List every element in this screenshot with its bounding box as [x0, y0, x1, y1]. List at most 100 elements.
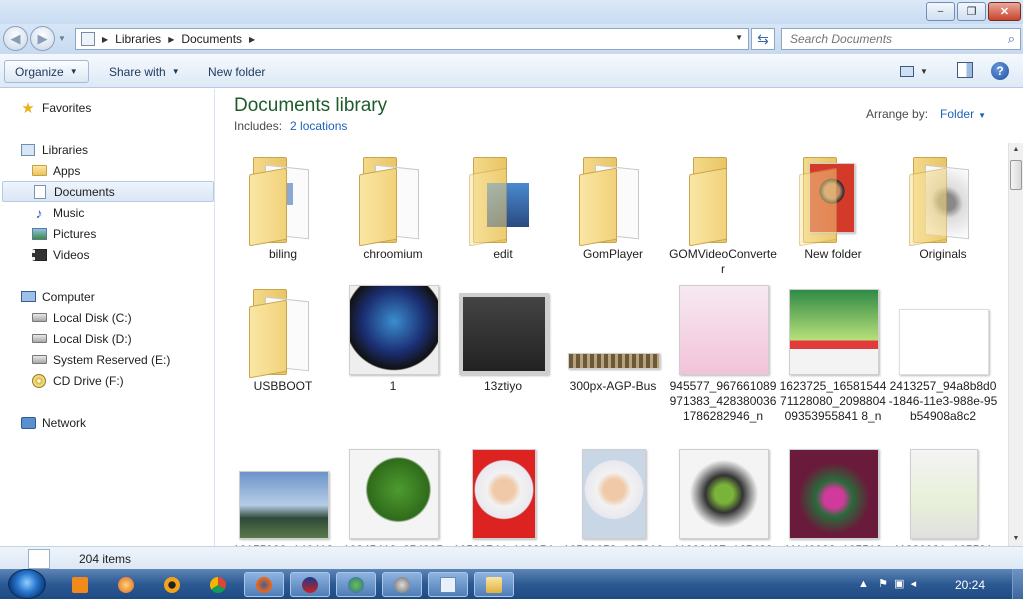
nav-music[interactable]: ♪ Music	[31, 202, 85, 223]
nav-drive-f-label: CD Drive (F:)	[53, 373, 124, 388]
taskbar-notepad[interactable]	[428, 572, 468, 597]
breadcrumb-separator-icon[interactable]: ▶	[168, 35, 174, 44]
taskbar-firefox[interactable]	[244, 572, 284, 597]
new-folder-button[interactable]: New folder	[198, 60, 275, 83]
taskbar-app[interactable]	[382, 572, 422, 597]
folder-icon	[348, 151, 440, 247]
image-item[interactable]: 1	[338, 283, 448, 433]
nav-drive-f[interactable]: CD Drive (F:)	[31, 370, 124, 391]
taskbar-chrome[interactable]	[198, 572, 238, 597]
image-item[interactable]: 10155982_146412	[228, 447, 338, 546]
image-item[interactable]: 10245413_254995	[338, 447, 448, 546]
image-item[interactable]: 300px-AGP-Bus	[558, 283, 668, 433]
taskbar-explorer[interactable]	[474, 572, 514, 597]
folder-item[interactable]: Originals	[888, 151, 998, 301]
search-box[interactable]: ⌕	[781, 28, 1021, 50]
breadcrumb-documents[interactable]: Documents	[181, 32, 242, 46]
image-item[interactable]: 945577_967661089971383_42838003617862829…	[668, 283, 778, 433]
vertical-scrollbar[interactable]: ▲ ▼	[1008, 143, 1023, 546]
app-icon	[164, 576, 180, 593]
forward-button[interactable]: ▶	[30, 26, 55, 51]
library-title: Documents library	[234, 95, 388, 116]
item-label: 2413257_94a8b8d0-1846-11e3-988e-95b54908…	[888, 379, 998, 423]
chevron-down-icon[interactable]: ▼	[978, 111, 986, 120]
search-input[interactable]	[782, 29, 997, 49]
folder-item[interactable]: chroomium	[338, 151, 448, 301]
app-icon	[302, 576, 318, 593]
taskbar-app[interactable]	[152, 572, 192, 597]
taskbar-app[interactable]	[106, 572, 146, 597]
chevron-down-icon: ▼	[69, 67, 78, 76]
network-status-icon[interactable]: ▣	[894, 578, 904, 590]
folder-item[interactable]: edit	[448, 151, 558, 301]
breadcrumb-libraries[interactable]: Libraries	[115, 32, 161, 46]
address-dropdown-icon[interactable]: ▼	[735, 33, 743, 42]
folder-item[interactable]: USBBOOT	[228, 283, 338, 433]
image-thumbnail	[568, 447, 660, 539]
breadcrumb-separator-icon[interactable]: ▶	[249, 35, 255, 44]
share-with-button[interactable]: Share with ▼	[99, 60, 190, 83]
start-button[interactable]	[8, 569, 46, 599]
taskbar-app[interactable]	[290, 572, 330, 597]
star-icon: ★	[21, 99, 35, 117]
show-hidden-icons-icon[interactable]: ▲	[858, 578, 869, 590]
item-label: 1623725_1658154471128080_209880409353955…	[779, 379, 887, 423]
nav-drive-e[interactable]: System Reserved (E:)	[31, 349, 170, 370]
image-item[interactable]: 10599658_205818	[558, 447, 668, 546]
folder-icon	[486, 576, 502, 593]
preview-pane-icon[interactable]	[957, 62, 973, 78]
folder-item[interactable]: GOMVideoConverter	[668, 151, 778, 301]
organize-button[interactable]: Organize ▼	[4, 60, 89, 83]
nav-libraries[interactable]: Libraries	[20, 139, 88, 160]
help-icon[interactable]: ?	[991, 62, 1009, 80]
scroll-up-icon[interactable]: ▲	[1009, 143, 1023, 157]
change-view-button[interactable]: ▼	[900, 62, 942, 80]
show-desktop-button[interactable]	[1012, 569, 1023, 599]
image-item[interactable]: 10592744_102954	[448, 447, 558, 546]
flag-icon[interactable]: ⚑	[878, 578, 888, 590]
nav-pictures[interactable]: Pictures	[31, 223, 96, 244]
image-item[interactable]: 1623725_1658154471128080_209880409353955…	[778, 283, 888, 433]
recent-pages-dropdown-icon[interactable]: ▼	[58, 34, 66, 43]
search-icon[interactable]: ⌕	[1008, 31, 1015, 47]
folder-item[interactable]: GomPlayer	[558, 151, 668, 301]
details-pane: 204 items	[0, 546, 1023, 569]
nav-documents[interactable]: Documents	[2, 181, 214, 202]
arrange-by-dropdown[interactable]: Folder	[940, 107, 974, 121]
picture-icon	[31, 227, 47, 240]
nav-computer[interactable]: Computer	[20, 286, 95, 307]
folder-item[interactable]: biling	[228, 151, 338, 301]
volume-icon[interactable]: ◂	[911, 578, 917, 590]
nav-favorites[interactable]: ★ Favorites	[20, 97, 91, 118]
includes-locations-link[interactable]: 2 locations	[290, 119, 347, 133]
breadcrumb-separator-icon[interactable]: ▶	[102, 35, 108, 44]
close-button[interactable]: ✕	[988, 2, 1021, 21]
document-icon	[28, 549, 50, 569]
image-thumbnail	[458, 447, 550, 539]
clock[interactable]: 20:24	[955, 578, 985, 592]
taskbar-media-player[interactable]	[60, 572, 100, 597]
nav-apps[interactable]: Apps	[31, 160, 80, 181]
nav-drive-c[interactable]: Local Disk (C:)	[31, 307, 132, 328]
image-item[interactable]: 11140932_165512	[778, 447, 888, 546]
includes-label: Includes:	[234, 119, 283, 133]
image-item[interactable]: 2413257_94a8b8d0-1846-11e3-988e-95b54908…	[888, 283, 998, 433]
minimize-button[interactable]: –	[926, 2, 955, 21]
address-row: ◀ ▶ ▼ ▶ Libraries ▶ Documents ▶ ▼ ⇆ ⌕	[0, 24, 1023, 54]
refresh-button[interactable]: ⇆	[751, 28, 775, 50]
scrollbar-thumb[interactable]	[1010, 160, 1022, 190]
maximize-button[interactable]: ❐	[957, 2, 986, 21]
system-tray: ▲ ⚑ ▣ ◂	[858, 577, 916, 590]
address-bar[interactable]: ▶ Libraries ▶ Documents ▶ ▼	[75, 28, 749, 50]
scroll-down-icon[interactable]: ▼	[1009, 532, 1023, 546]
nav-network[interactable]: Network	[20, 412, 86, 433]
libraries-icon	[21, 143, 35, 156]
image-item[interactable]: 13ztiyo	[448, 283, 558, 433]
image-item[interactable]: 11330921_165591	[888, 447, 998, 546]
nav-videos[interactable]: Videos	[31, 244, 89, 265]
taskbar-app[interactable]	[336, 572, 376, 597]
image-item[interactable]: 11002487_165432	[668, 447, 778, 546]
back-button[interactable]: ◀	[3, 26, 28, 51]
folder-item[interactable]: New folder	[778, 151, 888, 301]
nav-drive-d[interactable]: Local Disk (D:)	[31, 328, 132, 349]
